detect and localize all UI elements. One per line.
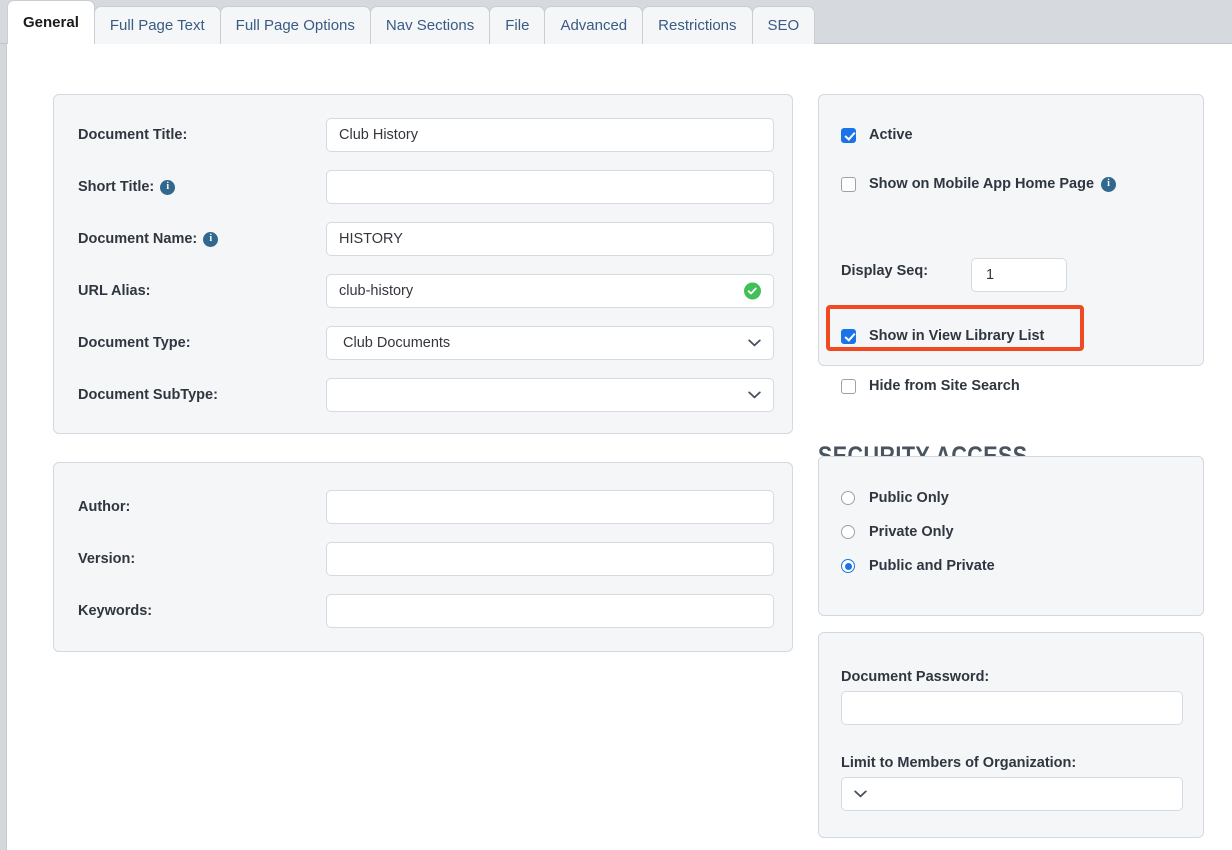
limit-to-organization-label: Limit to Members of Organization:: [841, 755, 1077, 771]
short-title-input[interactable]: [326, 170, 774, 204]
checkbox-show-on-mobile[interactable]: Show on Mobile App Home Page i: [841, 176, 1117, 192]
checkbox-active-label: Active: [869, 127, 913, 143]
tab-label: General: [23, 14, 79, 31]
tab-advanced[interactable]: Advanced: [544, 6, 644, 44]
document-password-label: Document Password:: [841, 669, 990, 685]
checkbox-active-box[interactable]: [841, 127, 856, 143]
field-row-short-title: Short Title: i: [54, 169, 792, 205]
document-details-card: Document Title: Club History Short Title…: [53, 94, 793, 434]
chevron-down-icon: [854, 786, 867, 802]
short-title-label: Short Title: i: [78, 179, 176, 195]
document-name-label-text: Document Name:: [78, 231, 198, 247]
url-alias-input[interactable]: club-history: [326, 274, 774, 308]
tab-general[interactable]: General: [7, 0, 95, 44]
document-type-select[interactable]: Club Documents: [326, 326, 774, 360]
checkbox-show-in-view-library-list-box[interactable]: [841, 328, 856, 344]
url-alias-label: URL Alias:: [78, 283, 151, 299]
tab-full-page-text[interactable]: Full Page Text: [93, 6, 221, 44]
document-subtype-select[interactable]: [326, 378, 774, 412]
document-title-input[interactable]: Club History: [326, 118, 774, 152]
tab-label: Advanced: [560, 17, 628, 34]
radio-public-and-private[interactable]: Public and Private: [841, 558, 995, 574]
chevron-down-icon: [748, 387, 761, 403]
document-meta-card: Author: Version: Keywords:: [53, 462, 793, 652]
checkbox-hide-from-site-search[interactable]: Hide from Site Search: [841, 378, 1020, 394]
field-row-document-name: Document Name: i HISTORY: [54, 221, 792, 257]
tab-label: Full Page Text: [109, 17, 205, 34]
url-alias-value: club-history: [339, 283, 414, 299]
document-password-card: Document Password: Limit to Members of O…: [818, 632, 1204, 838]
document-title-value: Club History: [339, 127, 418, 143]
document-password-input[interactable]: [841, 691, 1183, 725]
tab-restrictions[interactable]: Restrictions: [642, 6, 753, 44]
version-label: Version:: [78, 551, 136, 567]
document-flags-card: Active Show on Mobile App Home Page i Di…: [818, 94, 1204, 394]
version-input[interactable]: [326, 542, 774, 576]
radio-public-only-label: Public Only: [869, 490, 949, 506]
radio-private-only[interactable]: Private Only: [841, 524, 954, 540]
tab-label: Nav Sections: [385, 17, 475, 34]
author-input[interactable]: [326, 490, 774, 524]
tab-label: File: [505, 17, 530, 34]
tab-label: Full Page Options: [235, 17, 355, 34]
checkbox-hide-from-site-search-label: Hide from Site Search: [869, 378, 1020, 394]
field-row-document-subtype: Document SubType:: [54, 377, 792, 413]
short-title-label-text: Short Title:: [78, 179, 155, 195]
limit-to-organization-select[interactable]: [841, 777, 1183, 811]
checkbox-show-on-mobile-label: Show on Mobile App Home Page i: [869, 176, 1117, 192]
checkbox-show-in-view-library-list[interactable]: Show in View Library List: [841, 328, 1044, 344]
document-name-input[interactable]: HISTORY: [326, 222, 774, 256]
tab-file[interactable]: File: [489, 6, 546, 44]
radio-private-only-button[interactable]: [841, 525, 855, 539]
display-seq-value: 1: [986, 267, 995, 283]
checkbox-show-in-view-library-list-label: Show in View Library List: [869, 328, 1045, 344]
tab-label: Restrictions: [658, 17, 737, 34]
tab-list: General Full Page Text Full Page Options…: [7, 0, 816, 44]
field-row-author: Author:: [54, 489, 792, 525]
field-row-url-alias: URL Alias: club-history: [54, 273, 792, 309]
checkbox-show-on-mobile-label-text: Show on Mobile App Home Page: [869, 176, 1095, 192]
display-seq-input[interactable]: 1: [971, 258, 1067, 292]
checkbox-active[interactable]: Active: [841, 127, 913, 143]
content-area: Document Title: Club History Short Title…: [8, 44, 1232, 850]
info-icon[interactable]: i: [203, 231, 219, 247]
document-name-value: HISTORY: [339, 231, 403, 247]
tab-label: SEO: [767, 17, 800, 34]
check-circle-icon: [744, 282, 761, 300]
document-name-label: Document Name: i: [78, 231, 219, 247]
chevron-down-icon: [748, 335, 761, 351]
info-icon[interactable]: i: [160, 179, 176, 195]
field-row-version: Version:: [54, 541, 792, 577]
keywords-input[interactable]: [326, 594, 774, 628]
page-root: General Full Page Text Full Page Options…: [0, 0, 1232, 850]
radio-private-only-label: Private Only: [869, 524, 954, 540]
tab-seo[interactable]: SEO: [751, 6, 816, 44]
radio-public-and-private-button[interactable]: [841, 559, 855, 573]
tab-nav-sections[interactable]: Nav Sections: [369, 6, 491, 44]
radio-public-only-button[interactable]: [841, 491, 855, 505]
document-subtype-label: Document SubType:: [78, 387, 218, 403]
field-row-document-title: Document Title: Club History: [54, 117, 792, 153]
radio-public-only[interactable]: Public Only: [841, 490, 949, 506]
field-row-keywords: Keywords:: [54, 593, 792, 629]
security-access-card: Public Only Private Only Public and Priv…: [818, 456, 1204, 616]
tab-full-page-options[interactable]: Full Page Options: [219, 6, 371, 44]
keywords-label: Keywords:: [78, 603, 153, 619]
checkbox-show-on-mobile-box[interactable]: [841, 176, 856, 192]
field-row-document-type: Document Type: Club Documents: [54, 325, 792, 361]
document-type-value: Club Documents: [343, 335, 451, 351]
info-icon[interactable]: i: [1101, 176, 1117, 192]
document-title-label: Document Title:: [78, 127, 188, 143]
page-left-edge: [0, 44, 7, 850]
author-label: Author:: [78, 499, 131, 515]
radio-public-and-private-label: Public and Private: [869, 558, 995, 574]
tab-strip: General Full Page Text Full Page Options…: [0, 0, 1232, 44]
checkbox-hide-from-site-search-box[interactable]: [841, 378, 856, 394]
document-type-label: Document Type:: [78, 335, 191, 351]
display-seq-label: Display Seq:: [841, 263, 929, 279]
